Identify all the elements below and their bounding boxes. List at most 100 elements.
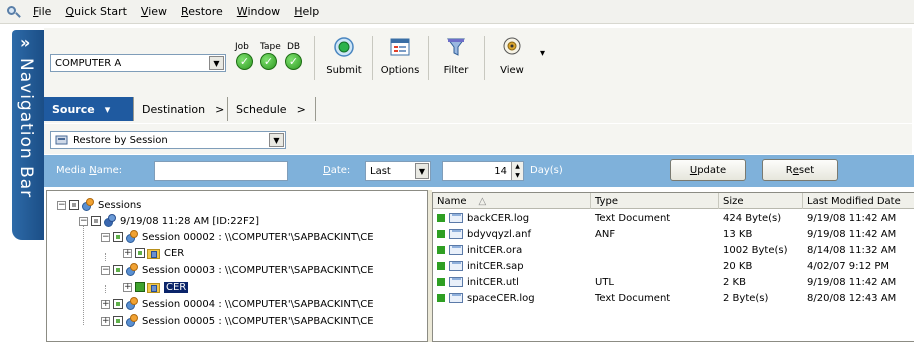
collapse-icon[interactable]: −	[79, 216, 88, 226]
view-button[interactable]: View	[486, 32, 538, 80]
update-button[interactable]: Update	[670, 159, 746, 181]
toolbar-separator	[484, 36, 485, 80]
stepper-arrows-icon[interactable]: ▲ ▼	[511, 162, 523, 180]
node-checkbox[interactable]	[91, 216, 101, 226]
tree-node-database[interactable]: + CER	[123, 245, 184, 261]
menu-restore[interactable]: Restore	[174, 5, 230, 18]
table-row[interactable]: backCER.log Text Document 424 Byte(s) 9/19/…	[433, 210, 914, 226]
file-name: initCER.ora	[467, 244, 523, 256]
node-checkbox[interactable]	[135, 248, 145, 258]
computer-select[interactable]: COMPUTER A ▼	[50, 54, 226, 72]
file-list[interactable]: Name △ Type Size Last Modified Date back…	[432, 192, 914, 342]
tree-node-label: Session 00003 : \\COMPUTER'\SAPBACKINT\C…	[142, 264, 374, 276]
column-header-type[interactable]: Type	[591, 193, 719, 209]
menu-view[interactable]: View	[134, 5, 174, 18]
media-name-label: Media Name:	[56, 165, 123, 176]
file-checkbox[interactable]	[437, 278, 445, 286]
tree-node-label: Session 00002 : \\COMPUTER'\SAPBACKINT\C…	[142, 231, 374, 243]
tree-node-database-selected[interactable]: + CER	[123, 279, 189, 295]
chevron-down-icon[interactable]: ▼	[415, 163, 429, 179]
date-label: Date:	[323, 165, 351, 176]
file-checkbox[interactable]	[437, 214, 445, 222]
chevron-down-icon[interactable]: ▼	[269, 133, 284, 147]
node-checkbox[interactable]	[113, 265, 123, 275]
node-checkbox[interactable]	[135, 282, 145, 292]
menu-quick-start[interactable]: Quick Start	[58, 5, 134, 18]
file-list-header: Name △ Type Size Last Modified Date	[433, 193, 914, 209]
column-header-name[interactable]: Name △	[433, 193, 591, 209]
expand-chevron-icon[interactable]: »	[20, 35, 30, 51]
node-checkbox[interactable]	[69, 200, 79, 210]
table-row[interactable]: initCER.ora 1002 Byte(s) 8/14/08 11:32 AM	[433, 242, 914, 258]
date-mode-select[interactable]: Last ▼	[365, 161, 431, 181]
submit-button[interactable]: Submit	[318, 32, 370, 80]
tree-node-session[interactable]: − Session 00003 : \\COMPUTER'\SAPBACKINT…	[101, 262, 374, 278]
node-checkbox[interactable]	[113, 316, 123, 326]
file-icon	[449, 293, 463, 303]
file-name-cell: spaceCER.log	[433, 290, 591, 306]
file-checkbox[interactable]	[437, 262, 445, 270]
filter-icon	[447, 38, 465, 56]
expand-icon[interactable]: +	[101, 316, 110, 326]
tree-node-session[interactable]: + Session 00005 : \\COMPUTER'\SAPBACKINT…	[101, 313, 374, 329]
menu-help[interactable]: Help	[287, 5, 326, 18]
tab-destination[interactable]: Destination >	[134, 97, 228, 121]
options-button[interactable]: Options	[374, 32, 426, 80]
tree-node-sessions[interactable]: − Sessions	[57, 197, 141, 213]
node-checkbox[interactable]	[113, 232, 123, 242]
restore-session-icon	[55, 135, 68, 145]
db-label: DB	[287, 42, 301, 52]
media-name-input[interactable]	[154, 161, 288, 181]
collapse-icon[interactable]: −	[101, 232, 110, 242]
expand-icon[interactable]: +	[123, 282, 132, 292]
table-row[interactable]: spaceCER.log Text Document 2 Byte(s) 8/20/0…	[433, 290, 914, 306]
file-name-cell: bdyvqyzl.anf	[433, 226, 591, 242]
filter-button[interactable]: Filter	[430, 32, 482, 80]
table-row[interactable]: initCER.utl UTL 2 KB 9/19/08 11:42 AM	[433, 274, 914, 290]
file-icon	[449, 245, 463, 255]
expand-icon[interactable]: +	[101, 299, 110, 309]
navigation-bar[interactable]: » Navigation Bar	[12, 30, 44, 240]
menu-file[interactable]: File	[26, 5, 58, 18]
toolbar-separator	[428, 36, 429, 80]
table-row[interactable]: bdyvqyzl.anf ANF 13 KB 9/19/08 11:42 AM	[433, 226, 914, 242]
job-status-check-icon: ✓	[236, 53, 253, 70]
menu-window[interactable]: Window	[230, 5, 287, 18]
file-checkbox[interactable]	[437, 246, 445, 254]
file-name-cell: initCER.ora	[433, 242, 591, 258]
file-name: initCER.utl	[467, 276, 519, 288]
node-checkbox[interactable]	[113, 299, 123, 309]
collapse-icon[interactable]: −	[101, 265, 110, 275]
tree-node-label: Session 00005 : \\COMPUTER'\SAPBACKINT\C…	[142, 315, 374, 327]
tree-node-label: 9/19/08 11:28 AM [ID:22F2]	[120, 215, 260, 227]
file-checkbox[interactable]	[437, 230, 445, 238]
expand-icon[interactable]: +	[123, 248, 132, 258]
table-row[interactable]: initCER.sap 20 KB 4/02/07 9:12 PM	[433, 258, 914, 274]
days-stepper[interactable]: 14 ▲ ▼	[442, 161, 524, 181]
restore-mode-select[interactable]: Restore by Session ▼	[50, 131, 286, 149]
file-name: backCER.log	[467, 212, 530, 224]
tree-node-date[interactable]: − 9/19/08 11:28 AM [ID:22F2]	[79, 213, 259, 229]
collapse-icon[interactable]: −	[57, 200, 66, 210]
view-label: View	[500, 65, 524, 76]
tab-source[interactable]: Source ▾	[44, 97, 134, 121]
file-type-cell	[595, 242, 719, 258]
column-header-size[interactable]: Size	[719, 193, 803, 209]
job-label: Job	[235, 42, 249, 52]
tree-node-label: CER	[164, 247, 185, 259]
column-header-modified[interactable]: Last Modified Date	[803, 193, 914, 209]
file-checkbox[interactable]	[437, 294, 445, 302]
chevron-down-icon[interactable]: ▼	[209, 56, 224, 70]
tree-node-session[interactable]: + Session 00004 : \\COMPUTER'\SAPBACKINT…	[101, 296, 374, 312]
reset-button[interactable]: Re set	[762, 159, 838, 181]
view-dropdown-arrow-icon[interactable]: ▾	[540, 48, 545, 59]
file-size-cell: 424 Byte(s)	[723, 212, 782, 224]
tree-node-session[interactable]: − Session 00002 : \\COMPUTER'\SAPBACKINT…	[101, 229, 374, 245]
toolbar: COMPUTER A ▼ Job Tape DB ✓ ✓ ✓ Submit Op…	[44, 28, 912, 98]
tab-schedule[interactable]: Schedule >	[228, 97, 316, 121]
file-name: spaceCER.log	[467, 292, 535, 304]
submit-label: Submit	[326, 65, 362, 76]
backup-set-icon	[103, 214, 117, 228]
session-tree[interactable]: − Sessions − 9/19/08 11:28 AM [ID:22F2] …	[46, 190, 428, 342]
app-search-icon	[6, 5, 22, 19]
